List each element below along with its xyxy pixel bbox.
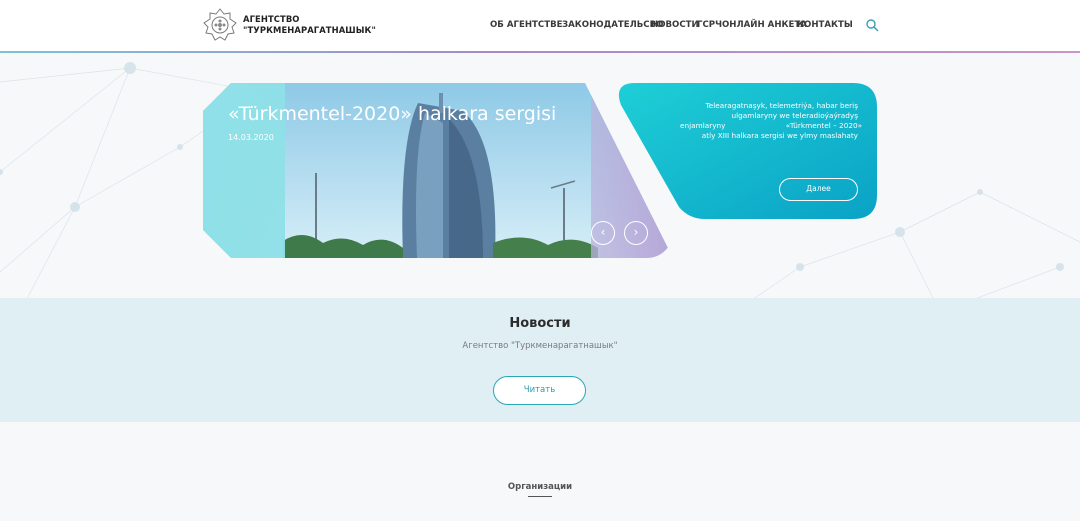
logo-text[interactable]: АГЕНТСТВО "ТУРКМЕНАРАГАТНАШЫК" <box>243 14 376 36</box>
header-gradient-line <box>0 51 1080 53</box>
agency-logo-icon[interactable] <box>203 8 237 42</box>
nav-item-legislation[interactable]: ЗАКОНОДАТЕЛЬСВО <box>562 20 663 30</box>
chevron-left-icon: ‹ <box>600 225 606 239</box>
slide-description-line: ulgamlaryny we teleradioýaýradyş <box>731 111 858 120</box>
logo-line-1: АГЕНТСТВО <box>243 14 300 24</box>
organizations-underline <box>528 496 552 497</box>
more-button[interactable]: Далее <box>779 178 858 201</box>
logo-line-2: "ТУРКМЕНАРАГАТНАШЫК" <box>243 25 376 35</box>
slider-next-button[interactable]: › <box>624 221 648 245</box>
search-icon[interactable] <box>865 18 879 32</box>
nav-item-about[interactable]: ОБ АГЕНТСТВЕ <box>490 20 563 30</box>
nav-item-contacts[interactable]: КОНТАКТЫ <box>797 20 853 30</box>
slide-date: 14.03.2020 <box>228 133 274 142</box>
news-subtitle: Агентство "Туркменарагатнашык" <box>462 341 618 351</box>
organizations-title: Организации <box>507 482 573 492</box>
nav-item-news[interactable]: НОВОСТИ <box>651 20 699 30</box>
slide-description: Telearagatnaşyk, telemetriýa, habar beri… <box>680 101 863 141</box>
nav-item-online-survey[interactable]: ОНЛАЙН АНКЕТА <box>722 20 807 30</box>
slider-prev-button[interactable]: ‹ <box>591 221 615 245</box>
slide-description-line: atly XIII halkara sergisi we ylmy maslah… <box>701 131 858 140</box>
slide-description-line: Telearagatnaşyk, telemetriýa, habar beri… <box>705 101 858 110</box>
nav-item-gsrch[interactable]: ГСРЧ <box>697 20 722 30</box>
slide-description-line: enjamlaryny «Türkmentel – 2020» <box>680 121 863 130</box>
read-button[interactable]: Читать <box>493 376 586 405</box>
chevron-right-icon: › <box>633 225 639 239</box>
slide-title: «Türkmentel-2020» halkara sergisi <box>228 103 557 125</box>
news-title: Новости <box>509 316 571 331</box>
